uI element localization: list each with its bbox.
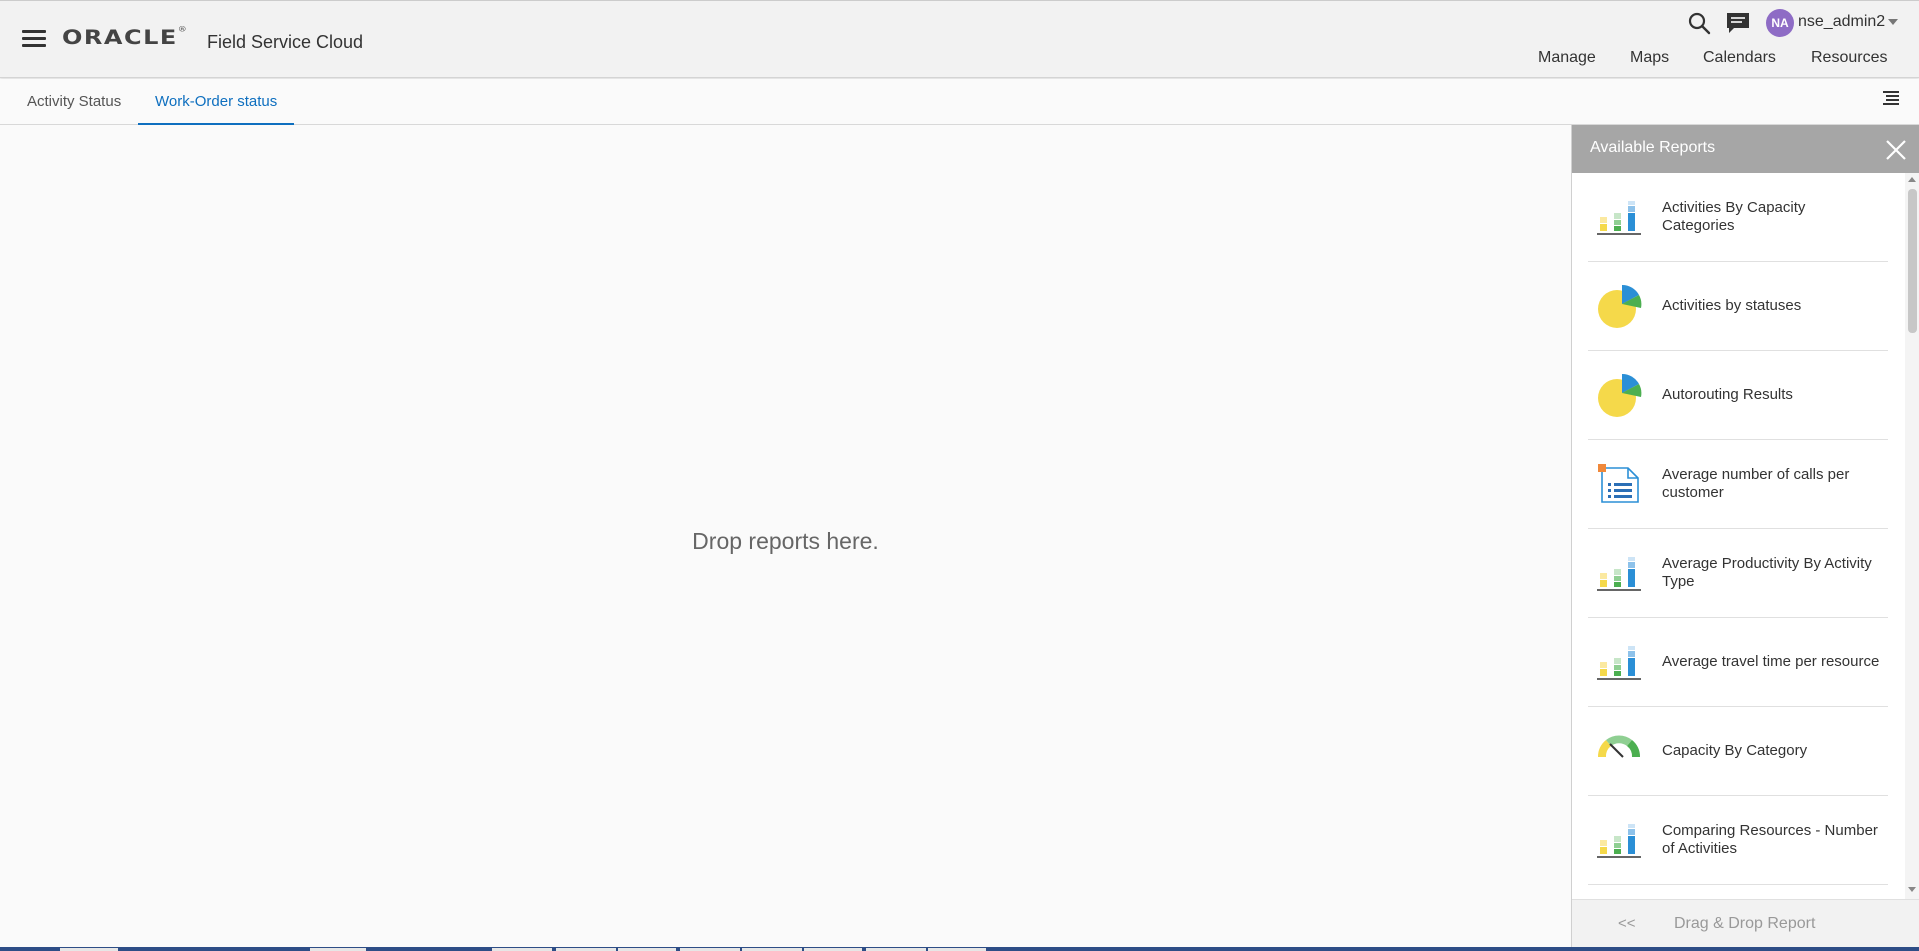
report-item-average-calls-per-customer[interactable]: Average number of calls per customer [1588,440,1888,529]
list-menu-icon[interactable] [1882,89,1900,107]
tab-activity-status[interactable]: Activity Status [10,79,138,125]
search-icon[interactable] [1687,11,1711,35]
report-item-activities-by-statuses[interactable]: Activities by statuses [1588,262,1888,351]
pie-chart-icon [1598,284,1642,328]
report-label: Average Productivity By Activity Type [1662,555,1872,590]
scroll-up-icon[interactable] [1908,177,1916,182]
scroll-down-icon[interactable] [1908,887,1916,892]
bar-chart-icon [1597,201,1641,235]
bar-chart-icon [1597,824,1641,858]
chevron-down-icon[interactable] [1888,19,1898,25]
app-header: ORACLE® Field Service Cloud NA nse_admin… [0,0,1919,78]
nav-manage[interactable]: Manage [1538,49,1596,67]
panel-header: Available Reports [1572,125,1919,173]
report-drop-area[interactable]: Drop reports here. [0,125,1571,947]
report-item-average-productivity[interactable]: Average Productivity By Activity Type [1588,529,1888,618]
report-item-capacity-by-category[interactable]: Capacity By Category [1588,707,1888,796]
nav-maps[interactable]: Maps [1630,49,1669,67]
drop-placeholder: Drop reports here. [692,528,879,554]
report-item-autorouting-results[interactable]: Autorouting Results [1588,351,1888,440]
report-item-activities-by-capacity-categories[interactable]: Activities By Capacity Categories [1588,173,1888,262]
chat-icon[interactable] [1725,11,1751,35]
report-label: Autorouting Results [1662,386,1793,403]
gauge-icon [1597,735,1641,758]
hamburger-menu-icon[interactable] [22,30,46,48]
report-label: Average number of calls per customer [1662,466,1850,501]
tab-work-order-status[interactable]: Work-Order status [138,79,295,125]
report-label: Activities By Capacity Categories [1662,199,1806,234]
close-icon[interactable] [1885,139,1907,161]
report-list-scrollbar[interactable] [1905,173,1919,899]
report-label: Activities by statuses [1662,297,1802,314]
report-item-average-travel-time[interactable]: Average travel time per resource [1588,618,1888,707]
username-menu[interactable]: nse_admin2 [1798,13,1885,31]
product-name: Field Service Cloud [207,32,364,52]
available-reports-panel: Available Reports Activities By Capacity… [1571,125,1919,947]
panel-footer: << Drag & Drop Report [1572,899,1919,947]
document-list-icon [1598,464,1639,503]
bar-chart-icon [1597,646,1641,680]
drag-drop-hint: Drag & Drop Report [1674,915,1816,932]
scroll-thumb[interactable] [1908,189,1917,333]
bottom-taskbar-strip [0,947,1919,951]
tab-bar: Activity Status Work-Order status [0,79,1919,125]
report-item-comparing-resources[interactable]: Comparing Resources - Number of Activiti… [1588,796,1888,885]
pie-chart-icon [1598,373,1642,417]
avatar[interactable]: NA [1766,9,1794,37]
report-label: Comparing Resources - Number of Activiti… [1662,822,1878,857]
panel-title: Available Reports [1590,139,1716,156]
bar-chart-icon [1597,557,1641,591]
nav-resources[interactable]: Resources [1811,49,1887,67]
nav-calendars[interactable]: Calendars [1703,49,1776,67]
report-label: Average travel time per resource [1662,653,1880,670]
oracle-logo: ORACLE® [62,26,189,49]
report-list: Activities By Capacity Categories Activi… [1572,173,1904,899]
report-label: Capacity By Category [1662,742,1808,759]
collapse-panel-button[interactable]: << [1618,915,1636,932]
